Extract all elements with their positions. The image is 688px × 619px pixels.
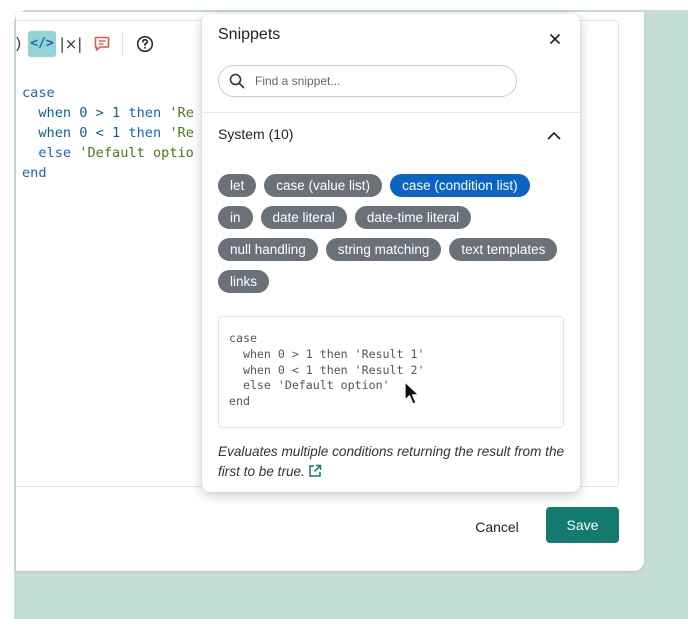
toolbar-divider <box>122 31 123 56</box>
code-editor-content[interactable]: case when 0 > 1 then 'Re when 0 < 1 then… <box>22 83 194 183</box>
parenthesis-button[interactable]: ) <box>16 31 28 57</box>
snippet-chip[interactable]: text templates <box>449 238 558 261</box>
code-line: end <box>22 165 47 181</box>
close-button[interactable] <box>544 28 566 50</box>
snippet-chip[interactable]: case (value list) <box>264 174 383 197</box>
snippet-preview: case when 0 > 1 then 'Result 1' when 0 <… <box>218 316 564 428</box>
external-link-button[interactable] <box>308 464 322 484</box>
snippet-chip[interactable]: string matching <box>325 238 442 261</box>
snippet-description: Evaluates multiple conditions returning … <box>218 442 568 484</box>
snippet-chip[interactable]: in <box>218 206 253 229</box>
code-line: when 0 > 1 then 'Re <box>22 105 194 121</box>
snippet-chip-list: let case (value list) case (condition list… <box>218 174 568 293</box>
popover-title: Snippets <box>218 26 281 43</box>
comment-icon <box>94 36 110 51</box>
snippet-chip[interactable]: date-time literal <box>354 206 472 229</box>
snippet-chip[interactable]: case (condition list) <box>390 174 530 197</box>
close-icon <box>549 33 561 45</box>
section-collapse-button[interactable] <box>542 124 566 146</box>
snippet-description-text: Evaluates multiple conditions returning … <box>218 444 565 479</box>
absolute-value-button[interactable]: |×| <box>56 31 86 57</box>
chevron-up-icon <box>547 131 561 140</box>
search-icon <box>229 73 245 89</box>
snippet-preview-code: case when 0 > 1 then 'Result 1' when 0 <… <box>229 331 425 409</box>
save-button[interactable]: Save <box>546 507 619 543</box>
snippet-chip[interactable]: date literal <box>260 206 347 229</box>
code-line: when 0 < 1 then 'Re <box>22 125 194 141</box>
search-input[interactable] <box>255 74 495 88</box>
code-snippets-button[interactable]: </> <box>28 30 56 57</box>
code-line: else 'Default optio <box>22 145 194 161</box>
help-button[interactable] <box>133 31 157 57</box>
snippets-popover: Snippets System (10) let case (value list… <box>202 14 580 492</box>
comment-button[interactable] <box>86 31 118 57</box>
snippet-chip[interactable]: let <box>218 174 257 197</box>
mouse-pointer-icon <box>404 381 420 412</box>
section-title: System (10) <box>218 126 294 142</box>
help-icon <box>136 35 154 52</box>
cancel-button[interactable]: Cancel <box>462 509 532 545</box>
snippet-chip[interactable]: links <box>218 270 270 293</box>
code-line: case <box>22 85 55 101</box>
snippet-chip[interactable]: null handling <box>218 238 318 261</box>
external-link-icon <box>309 464 322 477</box>
snippet-search[interactable] <box>218 65 517 97</box>
section-divider <box>202 112 580 113</box>
